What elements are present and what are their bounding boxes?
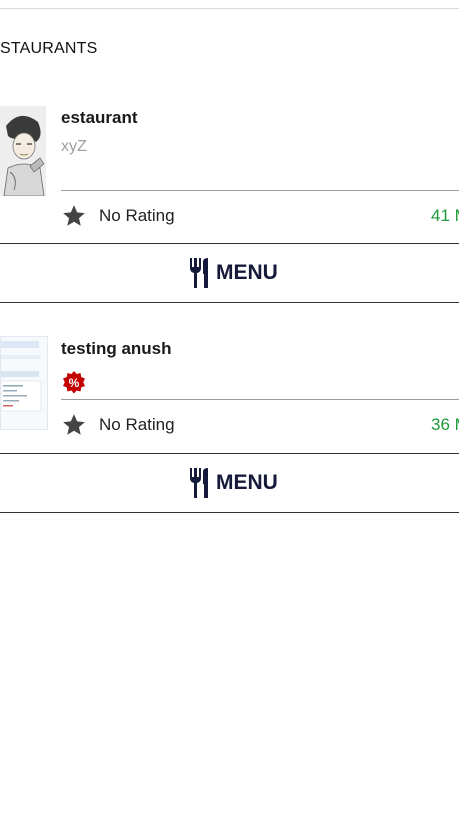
fork-knife-icon [190, 468, 208, 498]
menu-button[interactable]: MENU [0, 453, 459, 513]
restaurant-name[interactable]: testing anush [61, 339, 172, 359]
distance-text: 41 M [431, 206, 459, 225]
fork-knife-icon [190, 258, 208, 288]
star-icon [63, 205, 85, 226]
rating-row: No Rating 41 M [61, 203, 459, 229]
discount-percent-icon: % [63, 371, 85, 394]
card-divider [61, 190, 459, 191]
restaurant-thumbnail[interactable] [0, 336, 48, 430]
star-icon [63, 414, 85, 435]
rating-text: No Rating [99, 415, 175, 434]
distance-text: 36 M [431, 415, 459, 434]
menu-label: MENU [216, 261, 278, 284]
rating-text: No Rating [99, 206, 175, 225]
section-title: STAURANTS [0, 40, 98, 57]
menu-button[interactable]: MENU [0, 243, 459, 303]
menu-label: MENU [216, 471, 278, 494]
svg-text:%: % [69, 376, 80, 390]
rating-row: No Rating 36 M [61, 412, 459, 438]
restaurant-thumbnail[interactable] [0, 106, 46, 196]
restaurant-name[interactable]: estaurant [61, 108, 138, 128]
top-divider [0, 8, 459, 9]
card-divider [61, 399, 459, 400]
restaurant-subtitle: xyZ [61, 138, 87, 155]
